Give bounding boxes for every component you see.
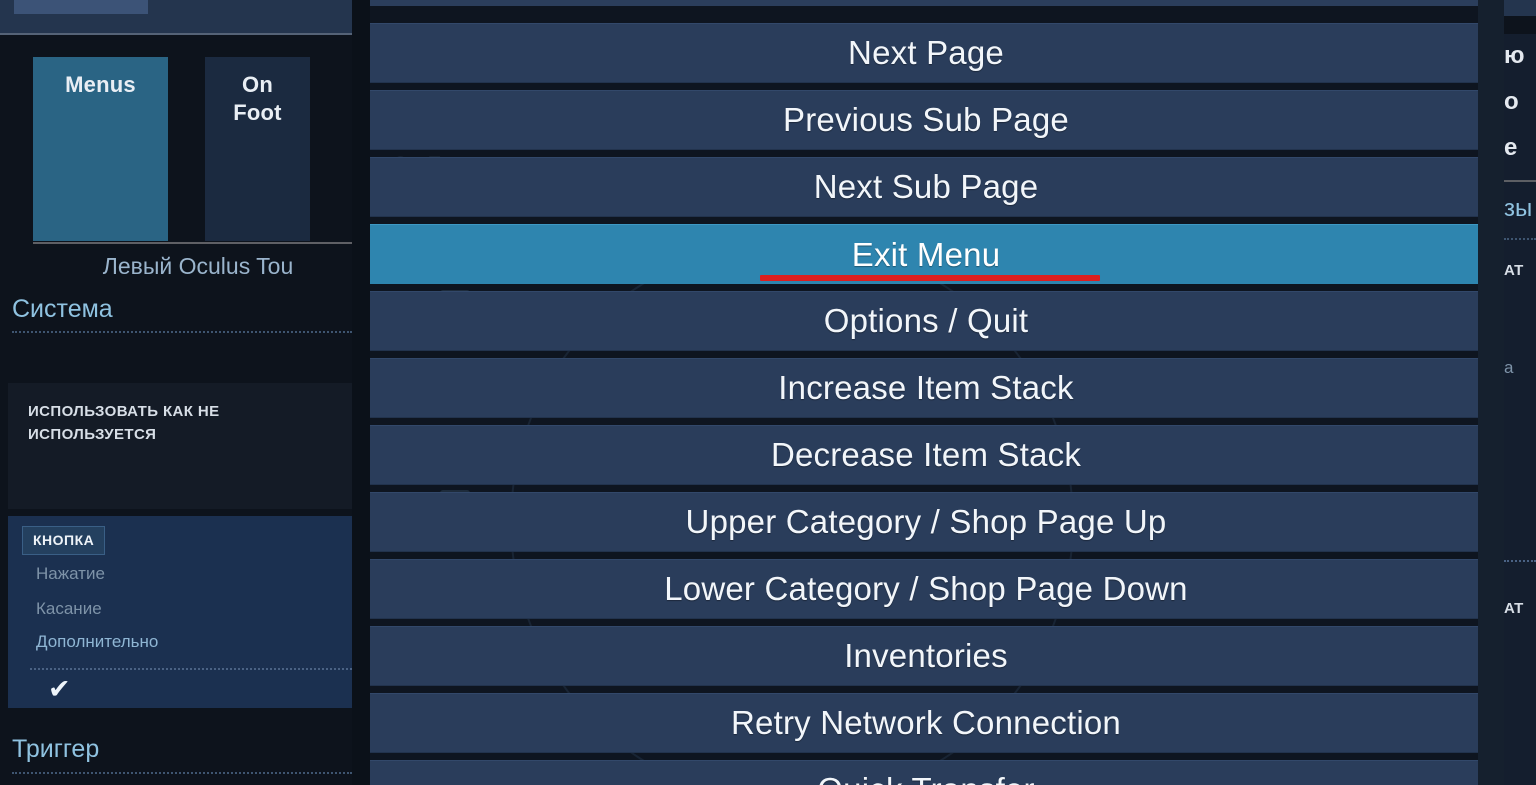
app-screen: Menus On Foot Левый Oculus Tou Система И…	[0, 0, 1536, 785]
action-list-row-label: Lower Category / Shop Page Down	[664, 570, 1188, 607]
action-list-row[interactable]: Options / Quit	[370, 291, 1482, 351]
action-list-row[interactable]: Lower Category / Shop Page Down	[370, 559, 1482, 619]
mode-tab-on-foot-label: On Foot	[233, 72, 282, 125]
right-text-fragment-1: ю	[1504, 42, 1525, 69]
right-text-fragment-2: о	[1504, 88, 1519, 115]
right-text-fragment-6: а	[1504, 358, 1514, 377]
right-text-fragment-5: АТ	[1504, 262, 1524, 279]
section-divider-trigger	[12, 772, 352, 774]
selection-underline	[760, 275, 1100, 281]
action-list-row-label: Previous Sub Page	[783, 101, 1069, 138]
left-sidebar: Menus On Foot Левый Oculus Tou Система И…	[0, 0, 352, 785]
list-top-partial-row	[370, 0, 1482, 6]
binding-row-touch[interactable]: Касание	[36, 599, 102, 619]
action-list-row-label: Exit Menu	[851, 235, 1001, 273]
right-sidebar: ю о е зы АТ а АТ	[1504, 0, 1536, 785]
device-name-label: Левый Oculus Tou	[102, 253, 294, 279]
action-list-row-label: Next Sub Page	[813, 168, 1039, 205]
sidebar-list-gap	[352, 0, 370, 785]
action-list-row[interactable]: Decrease Item Stack	[370, 425, 1482, 485]
right-sidebar-dotted-1	[1504, 238, 1536, 240]
binding-row-press[interactable]: Нажатие	[36, 564, 105, 584]
button-card-divider	[30, 668, 352, 670]
action-list-row[interactable]: Next Page	[370, 23, 1482, 83]
right-text-fragment-7: АТ	[1504, 600, 1524, 617]
checkmark-icon[interactable]: ✔	[48, 676, 71, 703]
section-heading-trigger: Триггер	[12, 735, 100, 763]
action-list-row[interactable]: Quick Transfer	[370, 760, 1482, 785]
action-list[interactable]: Next Page Previous Sub Page Next Sub Page E…	[370, 0, 1482, 785]
right-text-fragment-3: е	[1504, 134, 1518, 161]
action-list-row-label: Increase Item Stack	[778, 369, 1074, 406]
mode-tabs-underline	[33, 242, 352, 244]
mode-tab-menus-label: Menus	[65, 72, 136, 97]
mode-tab-group: Menus On Foot	[33, 57, 343, 241]
right-text-fragment-4: зы	[1504, 195, 1533, 222]
sidebar-top-chip[interactable]	[14, 0, 148, 14]
action-list-row-label: Decrease Item Stack	[770, 436, 1082, 473]
right-sidebar-top-strip	[1504, 0, 1536, 16]
action-list-row-label: Retry Network Connection	[731, 704, 1121, 741]
right-sidebar-dotted-2	[1504, 560, 1536, 562]
mode-tab-on-foot[interactable]: On Foot	[205, 57, 310, 241]
action-list-row-label: Inventories	[844, 637, 1008, 674]
button-binding-card[interactable]: КНОПКА Нажатие Касание Дополнительно ✔	[8, 516, 352, 708]
action-list-row[interactable]: Previous Sub Page	[370, 90, 1482, 150]
sidebar-body: Menus On Foot Левый Oculus Tou Система И…	[0, 35, 352, 785]
sidebar-top-strip	[0, 0, 352, 33]
mode-tab-menus[interactable]: Menus	[33, 57, 168, 241]
section-divider-system	[12, 331, 352, 333]
right-sidebar-gap	[1504, 16, 1536, 34]
section-heading-system: Система	[12, 295, 113, 323]
action-list-row-label: Options / Quit	[823, 302, 1029, 339]
action-list-row-label: Upper Category / Shop Page Up	[685, 503, 1167, 540]
list-scrollbar-track[interactable]	[1478, 0, 1504, 785]
action-list-row[interactable]: Upper Category / Shop Page Up	[370, 492, 1482, 552]
action-list-row-label: Next Page	[848, 34, 1004, 71]
binding-row-additional[interactable]: Дополнительно	[36, 632, 158, 652]
action-list-row[interactable]: Inventories	[370, 626, 1482, 686]
button-type-chip[interactable]: КНОПКА	[22, 526, 106, 555]
action-list-row-label: Quick Transfer	[817, 771, 1034, 785]
binding-unused-label: ИСПОЛЬЗОВАТЬ КАК НЕ ИСПОЛЬЗУЕТСЯ	[28, 403, 220, 443]
action-list-row[interactable]: Next Sub Page	[370, 157, 1482, 217]
binding-unused-card[interactable]: ИСПОЛЬЗОВАТЬ КАК НЕ ИСПОЛЬЗУЕТСЯ	[8, 383, 352, 509]
action-list-row[interactable]: Increase Item Stack	[370, 358, 1482, 418]
action-list-row[interactable]: Retry Network Connection	[370, 693, 1482, 753]
right-sidebar-rule	[1504, 180, 1536, 182]
